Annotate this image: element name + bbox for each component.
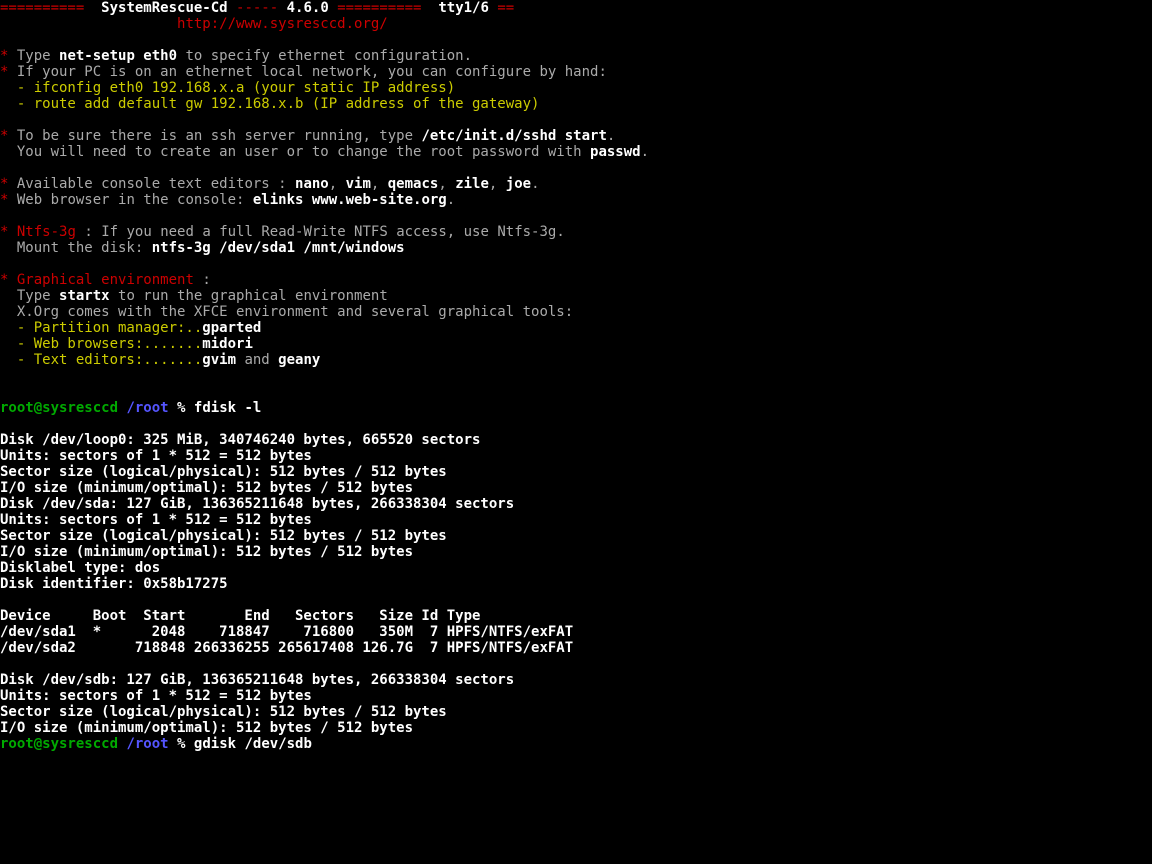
tool-midori: - Web browsers:.......midori — [0, 336, 1152, 352]
fdisk-line: Disk /dev/sda: 127 GiB, 136365211648 byt… — [0, 496, 1152, 512]
fdisk-line: I/O size (minimum/optimal): 512 bytes / … — [0, 480, 1152, 496]
blank — [0, 208, 1152, 224]
hint-route: - route add default gw 192.168.x.b (IP a… — [0, 96, 1152, 112]
fdisk-line: Disk /dev/sdb: 127 GiB, 136365211648 byt… — [0, 672, 1152, 688]
terminal-screen[interactable]: ========== SystemRescue-Cd ----- 4.6.0 =… — [0, 0, 1152, 752]
fdisk-line: Units: sectors of 1 * 512 = 512 bytes — [0, 688, 1152, 704]
blank — [0, 256, 1152, 272]
fdisk-line: Disk /dev/loop0: 325 MiB, 340746240 byte… — [0, 432, 1152, 448]
blank — [0, 32, 1152, 48]
blank — [0, 416, 1152, 432]
blank — [0, 160, 1152, 176]
blank — [0, 384, 1152, 400]
bullet-net-setup: * Type net-setup eth0 to specify etherne… — [0, 48, 1152, 64]
command-input[interactable]: gdisk /dev/sdb — [194, 736, 312, 752]
prompt-gdisk[interactable]: root@sysresccd /root % gdisk /dev/sdb — [0, 736, 1152, 752]
blank — [0, 656, 1152, 672]
partition-table-header: Device Boot Start End Sectors Size Id Ty… — [0, 608, 1152, 624]
prompt-fdisk: root@sysresccd /root % fdisk -l — [0, 400, 1152, 416]
bullet-web: * Web browser in the console: elinks www… — [0, 192, 1152, 208]
bullet-editors: * Available console text editors : nano,… — [0, 176, 1152, 192]
ntfs-mount-line: Mount the disk: ntfs-3g /dev/sda1 /mnt/w… — [0, 240, 1152, 256]
blank — [0, 592, 1152, 608]
fdisk-line: Disklabel type: dos — [0, 560, 1152, 576]
graph-startx-line: Type startx to run the graphical environ… — [0, 288, 1152, 304]
motd-header: ========== SystemRescue-Cd ----- 4.6.0 =… — [0, 0, 1152, 16]
tool-gparted: - Partition manager:..gparted — [0, 320, 1152, 336]
fdisk-line: Sector size (logical/physical): 512 byte… — [0, 464, 1152, 480]
fdisk-line: Disk identifier: 0x58b17275 — [0, 576, 1152, 592]
hint-ifconfig: - ifconfig eth0 192.168.x.a (your static… — [0, 80, 1152, 96]
bullet-configure-by-hand: * If your PC is on an ethernet local net… — [0, 64, 1152, 80]
blank — [0, 112, 1152, 128]
ssh-passwd-line: You will need to create an user or to ch… — [0, 144, 1152, 160]
fdisk-line: Sector size (logical/physical): 512 byte… — [0, 528, 1152, 544]
bullet-ssh: * To be sure there is an ssh server runn… — [0, 128, 1152, 144]
fdisk-line: Units: sectors of 1 * 512 = 512 bytes — [0, 512, 1152, 528]
bullet-ntfs: * Ntfs-3g : If you need a full Read-Writ… — [0, 224, 1152, 240]
fdisk-line: I/O size (minimum/optimal): 512 bytes / … — [0, 720, 1152, 736]
fdisk-line: I/O size (minimum/optimal): 512 bytes / … — [0, 544, 1152, 560]
partition-table-row: /dev/sda2 718848 266336255 265617408 126… — [0, 640, 1152, 656]
blank — [0, 368, 1152, 384]
tool-gvim-geany: - Text editors:.......gvim and geany — [0, 352, 1152, 368]
bullet-graphical: * Graphical environment : — [0, 272, 1152, 288]
graph-xorg-line: X.Org comes with the XFCE environment an… — [0, 304, 1152, 320]
motd-url: http://www.sysresccd.org/ — [0, 16, 1152, 32]
fdisk-line: Sector size (logical/physical): 512 byte… — [0, 704, 1152, 720]
fdisk-line: Units: sectors of 1 * 512 = 512 bytes — [0, 448, 1152, 464]
partition-table-row: /dev/sda1 * 2048 718847 716800 350M 7 HP… — [0, 624, 1152, 640]
